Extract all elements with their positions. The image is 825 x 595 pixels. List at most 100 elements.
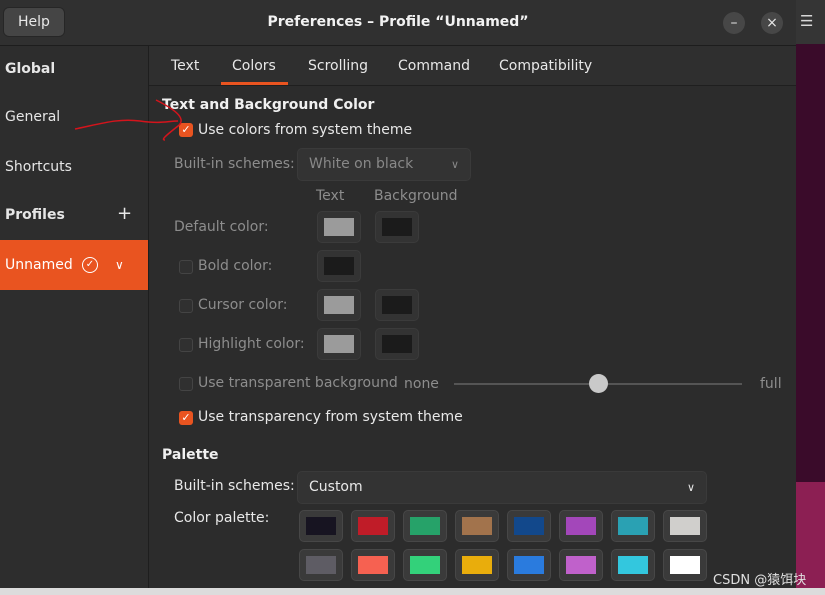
tab-bar: Text Colors Scrolling Command Compatibil…	[149, 46, 796, 86]
bold-color-checkbox	[179, 260, 193, 274]
highlight-color-label: Highlight color:	[198, 336, 305, 352]
default-profile-check-icon: ✓	[82, 257, 98, 273]
swatch-fill	[462, 517, 492, 535]
swatch-fill	[566, 517, 596, 535]
title-bar: Preferences – Profile “Unnamed” Help – ×	[0, 0, 796, 46]
palette-row1-swatch-1[interactable]	[299, 510, 343, 542]
swatch-fill	[306, 517, 336, 535]
palette-row1-swatch-8[interactable]	[663, 510, 707, 542]
cursor-color-label: Cursor color:	[198, 297, 288, 313]
watermark: CSDN @猿饵块	[713, 573, 807, 588]
palette-row2-swatch-6[interactable]	[559, 549, 603, 581]
palette-row2-swatch-5[interactable]	[507, 549, 551, 581]
swatch	[324, 296, 354, 314]
status-bar	[0, 588, 825, 595]
tab-scrolling[interactable]: Scrolling	[308, 46, 368, 85]
palette-row1-swatch-3[interactable]	[403, 510, 447, 542]
cursor-background-color-button	[375, 289, 419, 321]
palette-row1-swatch-4[interactable]	[455, 510, 499, 542]
palette-row1-swatch-5[interactable]	[507, 510, 551, 542]
palette-row2-swatch-4[interactable]	[455, 549, 499, 581]
chevron-down-icon: ∨	[450, 158, 459, 171]
slider-min-label: none	[404, 376, 439, 392]
sidebar-item-unnamed-profile[interactable]: Unnamed ✓ ∨	[0, 240, 148, 290]
swatch	[324, 218, 354, 236]
swatch-fill	[618, 517, 648, 535]
palette-row2-swatch-3[interactable]	[403, 549, 447, 581]
sidebar-header-global: Global	[5, 61, 56, 77]
palette-row1-swatch-2[interactable]	[351, 510, 395, 542]
hamburger-menu-icon[interactable]: ☰	[800, 12, 813, 30]
chevron-down-icon[interactable]: ∨	[115, 240, 124, 290]
tab-text[interactable]: Text	[171, 46, 199, 85]
swatch-fill	[566, 556, 596, 574]
transparent-background-checkbox	[179, 377, 193, 391]
swatch-fill	[462, 556, 492, 574]
swatch-fill	[618, 556, 648, 574]
swatch-fill	[410, 517, 440, 535]
transparency-slider-knob	[588, 374, 608, 393]
tab-colors[interactable]: Colors	[221, 46, 288, 85]
highlight-color-checkbox	[179, 338, 193, 352]
colors-panel: Text and Background Color ✓ Use colors f…	[149, 86, 796, 588]
highlight-text-color-button	[317, 328, 361, 360]
transparent-background-label: Use transparent background	[198, 375, 398, 391]
swatch-fill	[410, 556, 440, 574]
swatch-fill	[358, 517, 388, 535]
bold-color-button	[317, 250, 361, 282]
palette-schemes-dropdown[interactable]: Custom ∨	[297, 471, 707, 504]
sidebar: Global General Shortcuts Profiles + Unna…	[0, 46, 149, 588]
system-transparency-label: Use transparency from system theme	[198, 409, 463, 425]
palette-row1-swatch-6[interactable]	[559, 510, 603, 542]
swatch	[382, 218, 412, 236]
palette-row2-swatch-2[interactable]	[351, 549, 395, 581]
preferences-window: Preferences – Profile “Unnamed” Help – ×…	[0, 0, 796, 588]
sidebar-item-shortcuts[interactable]: Shortcuts	[0, 159, 148, 175]
palette-row2-swatch-8[interactable]	[663, 549, 707, 581]
use-system-colors-label: Use colors from system theme	[198, 122, 413, 138]
help-button[interactable]: Help	[3, 7, 65, 37]
default-text-color-button	[317, 211, 361, 243]
swatch-fill	[358, 556, 388, 574]
add-profile-icon[interactable]: +	[117, 203, 132, 224]
highlight-background-color-button	[375, 328, 419, 360]
swatch	[324, 257, 354, 275]
minimize-icon[interactable]: –	[723, 12, 745, 34]
palette-row2-swatch-7[interactable]	[611, 549, 655, 581]
bold-color-label: Bold color:	[198, 258, 273, 274]
palette-row1-swatch-7[interactable]	[611, 510, 655, 542]
tab-compatibility[interactable]: Compatibility	[499, 46, 592, 85]
swatch-fill	[670, 517, 700, 535]
swatch-fill	[514, 556, 544, 574]
palette-builtin-schemes-label: Built-in schemes:	[174, 478, 295, 494]
chevron-down-icon: ∨	[686, 481, 695, 494]
column-header-background: Background	[374, 188, 458, 204]
background-window	[796, 0, 825, 595]
profile-name: Unnamed	[5, 257, 73, 273]
swatch	[324, 335, 354, 353]
palette-row2-swatch-1[interactable]	[299, 549, 343, 581]
system-transparency-checkbox[interactable]: ✓	[179, 411, 193, 425]
tab-command[interactable]: Command	[398, 46, 470, 85]
color-palette-label: Color palette:	[174, 510, 270, 526]
cursor-color-checkbox	[179, 299, 193, 313]
swatch	[382, 296, 412, 314]
swatch-fill	[306, 556, 336, 574]
section-title-text-background: Text and Background Color	[162, 97, 375, 113]
sidebar-item-general[interactable]: General	[0, 109, 148, 125]
swatch-fill	[514, 517, 544, 535]
use-system-colors-checkbox[interactable]: ✓	[179, 123, 193, 137]
builtin-schemes-label: Built-in schemes:	[174, 156, 295, 172]
builtin-schemes-value: White on black	[309, 156, 414, 172]
section-title-palette: Palette	[162, 447, 219, 463]
cursor-text-color-button	[317, 289, 361, 321]
builtin-schemes-dropdown: White on black ∨	[297, 148, 471, 181]
default-background-color-button	[375, 211, 419, 243]
window-title: Preferences – Profile “Unnamed”	[267, 14, 529, 30]
swatch	[382, 335, 412, 353]
column-header-text: Text	[316, 188, 345, 204]
slider-max-label: full	[760, 376, 782, 392]
palette-schemes-value: Custom	[309, 479, 363, 495]
close-icon[interactable]: ×	[761, 12, 783, 34]
swatch-fill	[670, 556, 700, 574]
